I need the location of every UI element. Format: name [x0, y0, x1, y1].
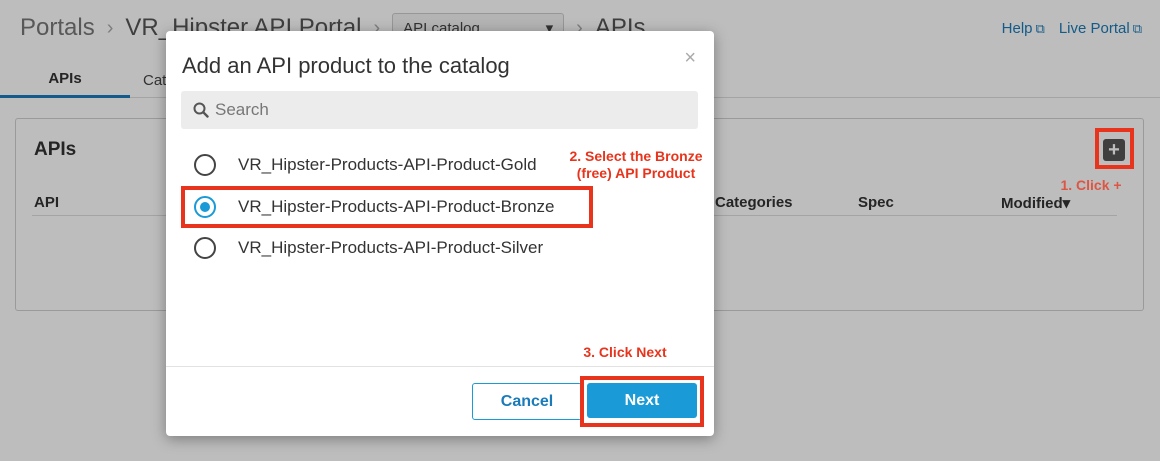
product-option-gold[interactable]: VR_Hipster-Products-API-Product-Gold	[194, 153, 537, 177]
product-option-label: VR_Hipster-Products-API-Product-Silver	[238, 238, 544, 257]
annotation-step1: 1. Click +	[1060, 177, 1122, 193]
product-option-label: VR_Hipster-Products-API-Product-Gold	[238, 155, 537, 174]
product-option-silver[interactable]: VR_Hipster-Products-API-Product-Silver	[194, 236, 543, 260]
footer-divider	[166, 366, 714, 367]
highlight-next-button	[580, 376, 704, 427]
highlight-add-button	[1095, 128, 1134, 169]
annotation-step2: 2. Select the Bronze (free) API Product	[569, 148, 703, 181]
search-icon	[193, 102, 209, 118]
highlight-bronze-option	[181, 186, 593, 228]
dialog-title: Add an API product to the catalog	[182, 53, 510, 78]
annotation-step3: 3. Click Next	[583, 344, 667, 360]
cancel-button[interactable]: Cancel	[472, 383, 582, 420]
search-input[interactable]	[215, 100, 685, 120]
radio-button[interactable]	[194, 154, 216, 176]
radio-button[interactable]	[194, 237, 216, 259]
search-box	[181, 91, 698, 129]
close-icon[interactable]: ×	[684, 47, 696, 70]
